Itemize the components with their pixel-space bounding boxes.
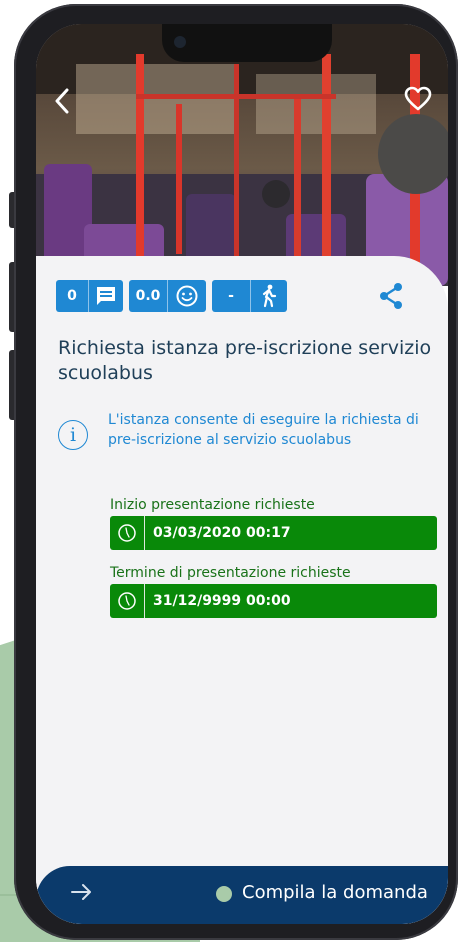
smiley-icon <box>168 280 206 312</box>
stats-bar: 0 0.0 - <box>56 280 287 312</box>
timeline-dot <box>216 886 232 902</box>
front-camera <box>174 36 186 48</box>
arrow-right-icon <box>70 882 94 908</box>
hero-image-bus-interior <box>36 24 448 286</box>
start-date-value: 03/03/2020 00:17 <box>153 525 291 541</box>
start-date-label: Inizio presentazione richieste <box>110 497 315 513</box>
difficulty-badge[interactable]: - <box>212 280 287 312</box>
favorite-button[interactable] <box>404 86 432 116</box>
end-date-value: 31/12/9999 00:00 <box>153 593 291 609</box>
comments-badge[interactable]: 0 <box>56 280 123 312</box>
end-date-bar: 31/12/9999 00:00 <box>110 584 437 618</box>
comment-icon <box>89 280 123 312</box>
clock-icon <box>110 516 145 550</box>
rating-value: 0.0 <box>135 288 161 304</box>
chevron-left-icon <box>55 88 69 114</box>
service-title: Richiesta istanza pre-iscrizione servizi… <box>58 337 432 384</box>
walking-person-icon <box>251 280 287 312</box>
share-icon <box>380 283 402 309</box>
heart-icon <box>404 86 432 111</box>
fill-application-button[interactable]: Compila la domanda <box>36 866 448 924</box>
service-description: L'istanza consente di eseguire la richie… <box>108 412 419 448</box>
back-button[interactable] <box>54 88 70 120</box>
phone-screen: 0 0.0 - Richiesta istanza pre-iscrizione… <box>36 24 448 924</box>
comments-count: 0 <box>67 288 77 304</box>
share-button[interactable] <box>378 282 404 314</box>
fill-application-label: Compila la domanda <box>242 882 428 903</box>
bus-interior-illustration <box>36 24 448 286</box>
end-date-label: Termine di presentazione richieste <box>110 565 351 581</box>
rating-badge[interactable]: 0.0 <box>129 280 206 312</box>
start-date-section: Inizio presentazione richieste 03/03/202… <box>110 496 437 550</box>
service-detail-card: 0 0.0 - Richiesta istanza pre-iscrizione… <box>36 256 448 924</box>
info-icon: i <box>58 420 88 450</box>
end-date-section: Termine di presentazione richieste 31/12… <box>110 564 437 618</box>
difficulty-value: - <box>228 288 234 304</box>
clock-icon <box>110 584 145 618</box>
start-date-bar: 03/03/2020 00:17 <box>110 516 437 550</box>
phone-notch <box>162 24 332 62</box>
